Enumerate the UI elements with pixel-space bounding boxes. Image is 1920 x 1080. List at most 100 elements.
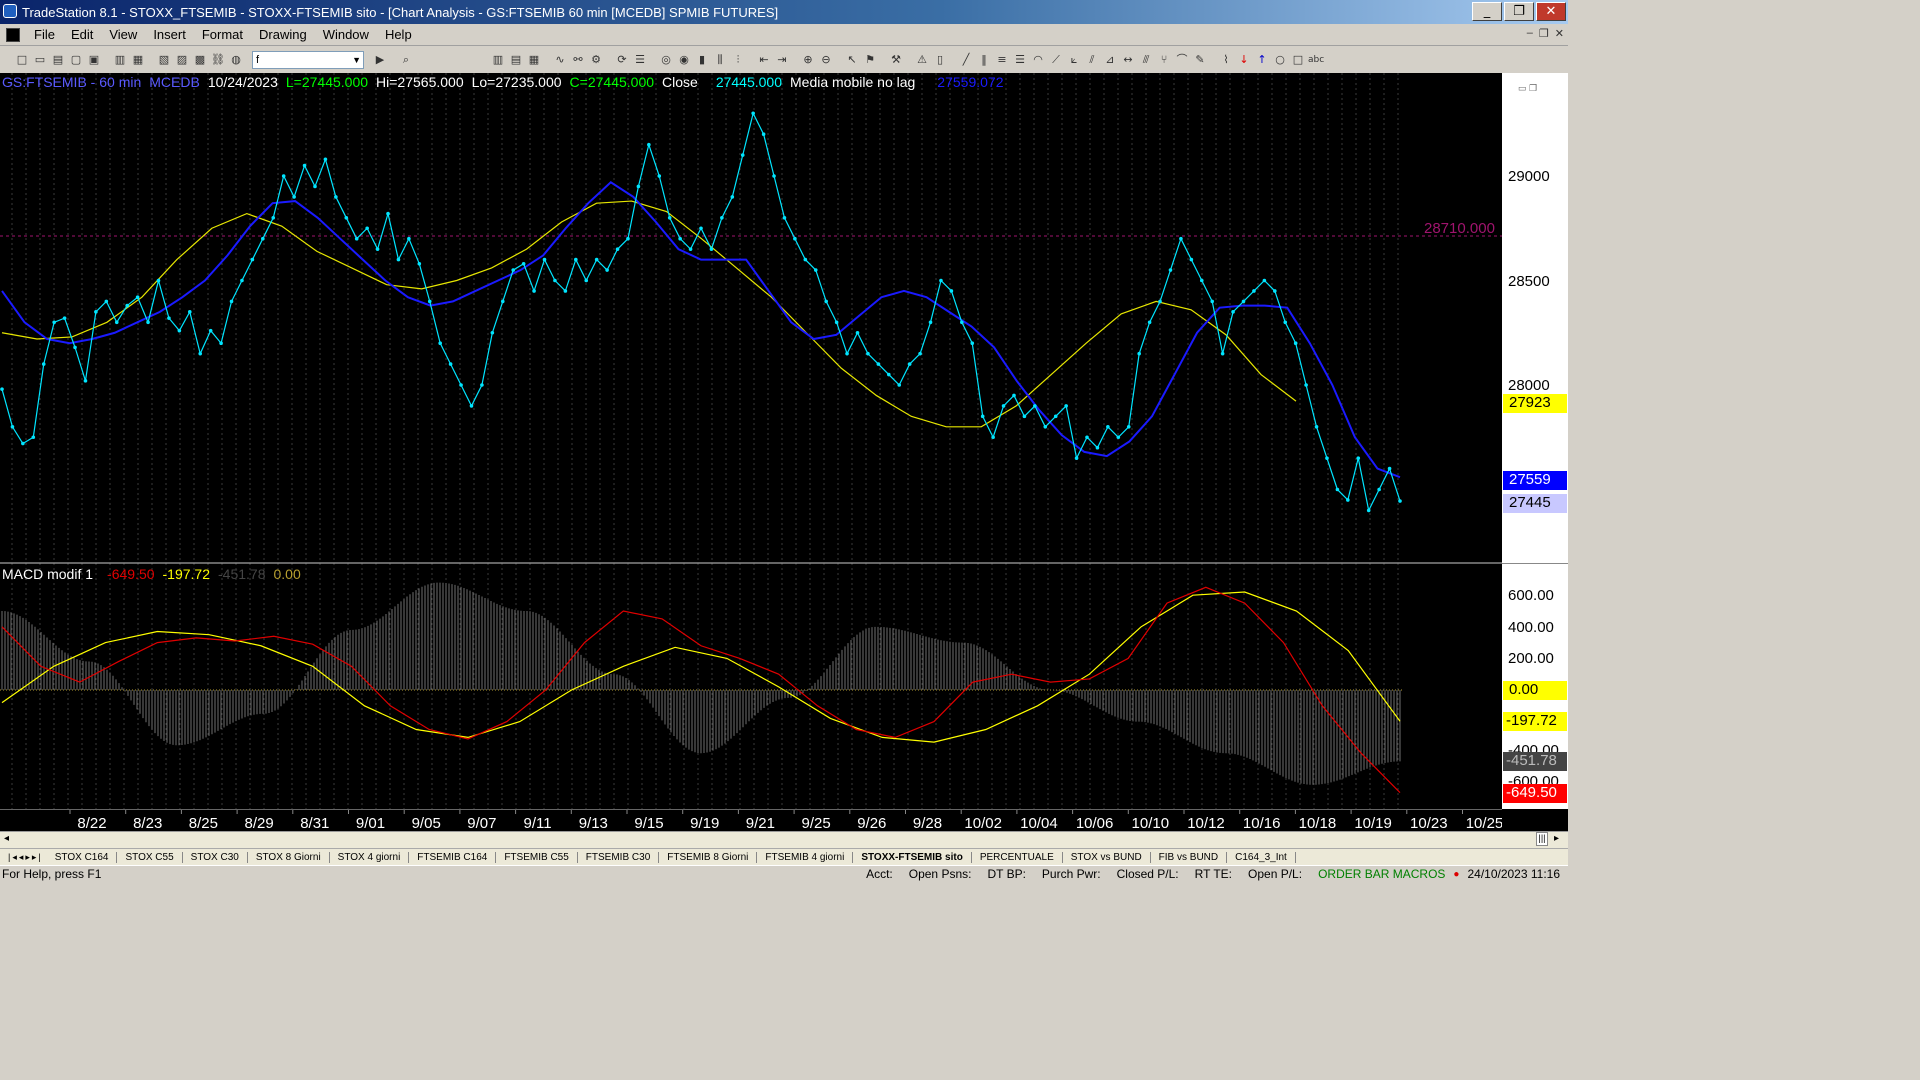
globe-icon[interactable]: ◍ — [228, 52, 244, 68]
zoom-out-icon[interactable]: ⊖ — [818, 52, 834, 68]
link-icon[interactable]: ⛓ — [210, 52, 226, 68]
andrews-fork-icon[interactable]: ⑂ — [1156, 52, 1172, 68]
window-icon[interactable]: ▧ — [156, 52, 172, 68]
channel-icon[interactable]: ⫽ — [1084, 52, 1100, 68]
horizontal-scrollbar[interactable]: ◂ ||| ▸ — [0, 831, 1568, 848]
trade-bar-icon[interactable]: ⫼ — [712, 52, 728, 68]
lock-icon[interactable]: ▩ — [192, 52, 208, 68]
axis-window-buttons[interactable]: ▭ ❐ — [1518, 83, 1537, 94]
fibonacci-icon[interactable]: ☰ — [1012, 52, 1028, 68]
menu-format[interactable]: Format — [194, 27, 251, 42]
chevron-down-icon[interactable]: ▼ — [352, 52, 361, 68]
order-bar-macros[interactable]: ORDER BAR MACROS — [1310, 867, 1453, 881]
vertical-lines-icon[interactable]: ‖ — [976, 52, 992, 68]
chart-area[interactable]: 28710.000 GS:FTSEMIB - 60 min MCEDB 10/2… — [0, 73, 1502, 809]
scanner-icon[interactable]: ◉ — [676, 52, 692, 68]
text-icon[interactable]: abc — [1308, 52, 1324, 68]
tab-ftsemib-c164[interactable]: FTSEMIB C164 — [409, 851, 497, 863]
menu-help[interactable]: Help — [377, 27, 420, 42]
time-axis[interactable]: 8/22 8/23 8/25 8/29 8/31 9/01 9/05 9/07 9/11 9/13… — [0, 809, 1503, 832]
ellipse-icon[interactable]: ○ — [1272, 52, 1288, 68]
tab-percentuale[interactable]: PERCENTUALE — [972, 851, 1063, 863]
tab-stox-c30[interactable]: STOX C30 — [183, 851, 248, 863]
price-close-line[interactable] — [1, 111, 1401, 513]
arrows-icon[interactable]: ↔ — [1120, 52, 1136, 68]
pointer-icon[interactable]: ↖ — [844, 52, 860, 68]
print-icon[interactable]: ▦ — [130, 52, 146, 68]
arc-icon[interactable]: ◠ — [1030, 52, 1046, 68]
gann-fan-icon[interactable]: ⟋ — [1048, 52, 1064, 68]
tab-ftsemib-c30[interactable]: FTSEMIB C30 — [578, 851, 660, 863]
alerts-icon[interactable]: ⚠ — [914, 52, 930, 68]
new-workspace-icon[interactable]: ▢ — [68, 52, 84, 68]
arrow-down-icon[interactable]: ↓ — [1236, 52, 1252, 68]
zoom-in-icon[interactable]: ⊕ — [800, 52, 816, 68]
tab-ftsemib-8-giorni[interactable]: FTSEMIB 8 Giorni — [659, 851, 758, 863]
close-button[interactable]: ✕ — [1536, 2, 1566, 21]
mdi-close-icon[interactable]: ✕ — [1555, 27, 1564, 40]
parallel-lines-icon[interactable]: ⫻ — [1138, 52, 1154, 68]
flag-icon[interactable]: ⚑ — [862, 52, 878, 68]
cascade-icon[interactable]: ▨ — [174, 52, 190, 68]
minimize-button[interactable]: _ — [1472, 2, 1502, 21]
properties-icon[interactable]: ☰ — [632, 52, 648, 68]
tab-stox-8-giorni[interactable]: STOX 8 Giorni — [248, 851, 330, 863]
strategy-icon[interactable]: ⚯ — [570, 52, 586, 68]
radar-icon[interactable]: ◎ — [658, 52, 674, 68]
rectangle-icon[interactable]: □ — [1290, 52, 1306, 68]
move-left-icon[interactable]: ⇤ — [756, 52, 772, 68]
tab-stoxx-ftsemib-sito[interactable]: STOXX-FTSEMIB sito — [853, 851, 972, 863]
save-all-icon[interactable]: ▤ — [50, 52, 66, 68]
tab-c164-3-int[interactable]: C164_3_Int — [1227, 851, 1296, 863]
chart-window-icon[interactable] — [6, 27, 20, 42]
freehand-icon[interactable]: ⌇ — [1218, 52, 1234, 68]
format-icon[interactable]: ⚙ — [588, 52, 604, 68]
menu-insert[interactable]: Insert — [145, 27, 194, 42]
tab-stox-4-giorni[interactable]: STOX 4 giorni — [330, 851, 410, 863]
search-icon[interactable]: ⌕ — [398, 52, 414, 68]
save-icon[interactable]: ▣ — [86, 52, 102, 68]
menu-view[interactable]: View — [101, 27, 145, 42]
tab-navigation-icon[interactable]: |◂◂▸▸| — [4, 852, 47, 863]
tab-stox-c55[interactable]: STOX C55 — [117, 851, 183, 863]
tab-stox-vs-bund[interactable]: STOX vs BUND — [1063, 851, 1151, 863]
tab-ftsemib-4-giorni[interactable]: FTSEMIB 4 giorni — [757, 851, 854, 863]
ma-yellow-line[interactable] — [1, 200, 1297, 428]
open-icon[interactable]: ▭ — [32, 52, 48, 68]
tab-stox-c164[interactable]: STOX C164 — [47, 851, 118, 863]
print-preview-icon[interactable]: ▥ — [112, 52, 128, 68]
scroll-left-icon[interactable]: ◂ — [4, 833, 9, 844]
tab-ftsemib-c55[interactable]: FTSEMIB C55 — [496, 851, 578, 863]
indicator-icon[interactable]: ∿ — [552, 52, 568, 68]
restore-button[interactable]: ❐ — [1504, 2, 1534, 21]
speed-lines-icon[interactable]: ⟀ — [1066, 52, 1082, 68]
tools-icon[interactable]: ⚒ — [888, 52, 904, 68]
horizontal-lines-icon[interactable]: ≡ — [994, 52, 1010, 68]
regression-icon[interactable]: ⊿ — [1102, 52, 1118, 68]
new-icon[interactable]: □ — [14, 52, 30, 68]
cycles-icon[interactable]: ⌒ — [1174, 52, 1190, 68]
arrow-up-icon[interactable]: ↑ — [1254, 52, 1270, 68]
menu-file[interactable]: File — [26, 27, 63, 42]
symbol-combo[interactable]: f ▼ — [252, 51, 364, 69]
move-right-icon[interactable]: ⇥ — [774, 52, 790, 68]
mdi-restore-icon[interactable]: ❐ — [1539, 27, 1549, 40]
matrix-icon[interactable]: ▮ — [694, 52, 710, 68]
menu-window[interactable]: Window — [315, 27, 377, 42]
grid-icon[interactable]: ▦ — [526, 52, 542, 68]
menu-drawing[interactable]: Drawing — [251, 27, 315, 42]
macd-line[interactable] — [1, 586, 1401, 794]
refresh-icon[interactable]: ⟳ — [614, 52, 630, 68]
scroll-right-icon[interactable]: ▸ — [1554, 833, 1559, 844]
menu-edit[interactable]: Edit — [63, 27, 101, 42]
price-axis[interactable]: ▭ ❐ 29000 28500 28000 27923 27559 27445 … — [1502, 73, 1568, 809]
scroll-thumb[interactable]: ||| — [1536, 832, 1548, 846]
table-icon[interactable]: ▤ — [508, 52, 524, 68]
data-window-icon[interactable]: ▯ — [932, 52, 948, 68]
mdi-minimize-icon[interactable]: – — [1527, 27, 1533, 40]
play-icon[interactable]: ▶ — [372, 52, 388, 68]
tab-fib-vs-bund[interactable]: FIB vs BUND — [1151, 851, 1228, 863]
orders-icon[interactable]: ⫶ — [730, 52, 746, 68]
trendline-icon[interactable]: ╱ — [958, 52, 974, 68]
bar-chart-icon[interactable]: ▥ — [490, 52, 506, 68]
